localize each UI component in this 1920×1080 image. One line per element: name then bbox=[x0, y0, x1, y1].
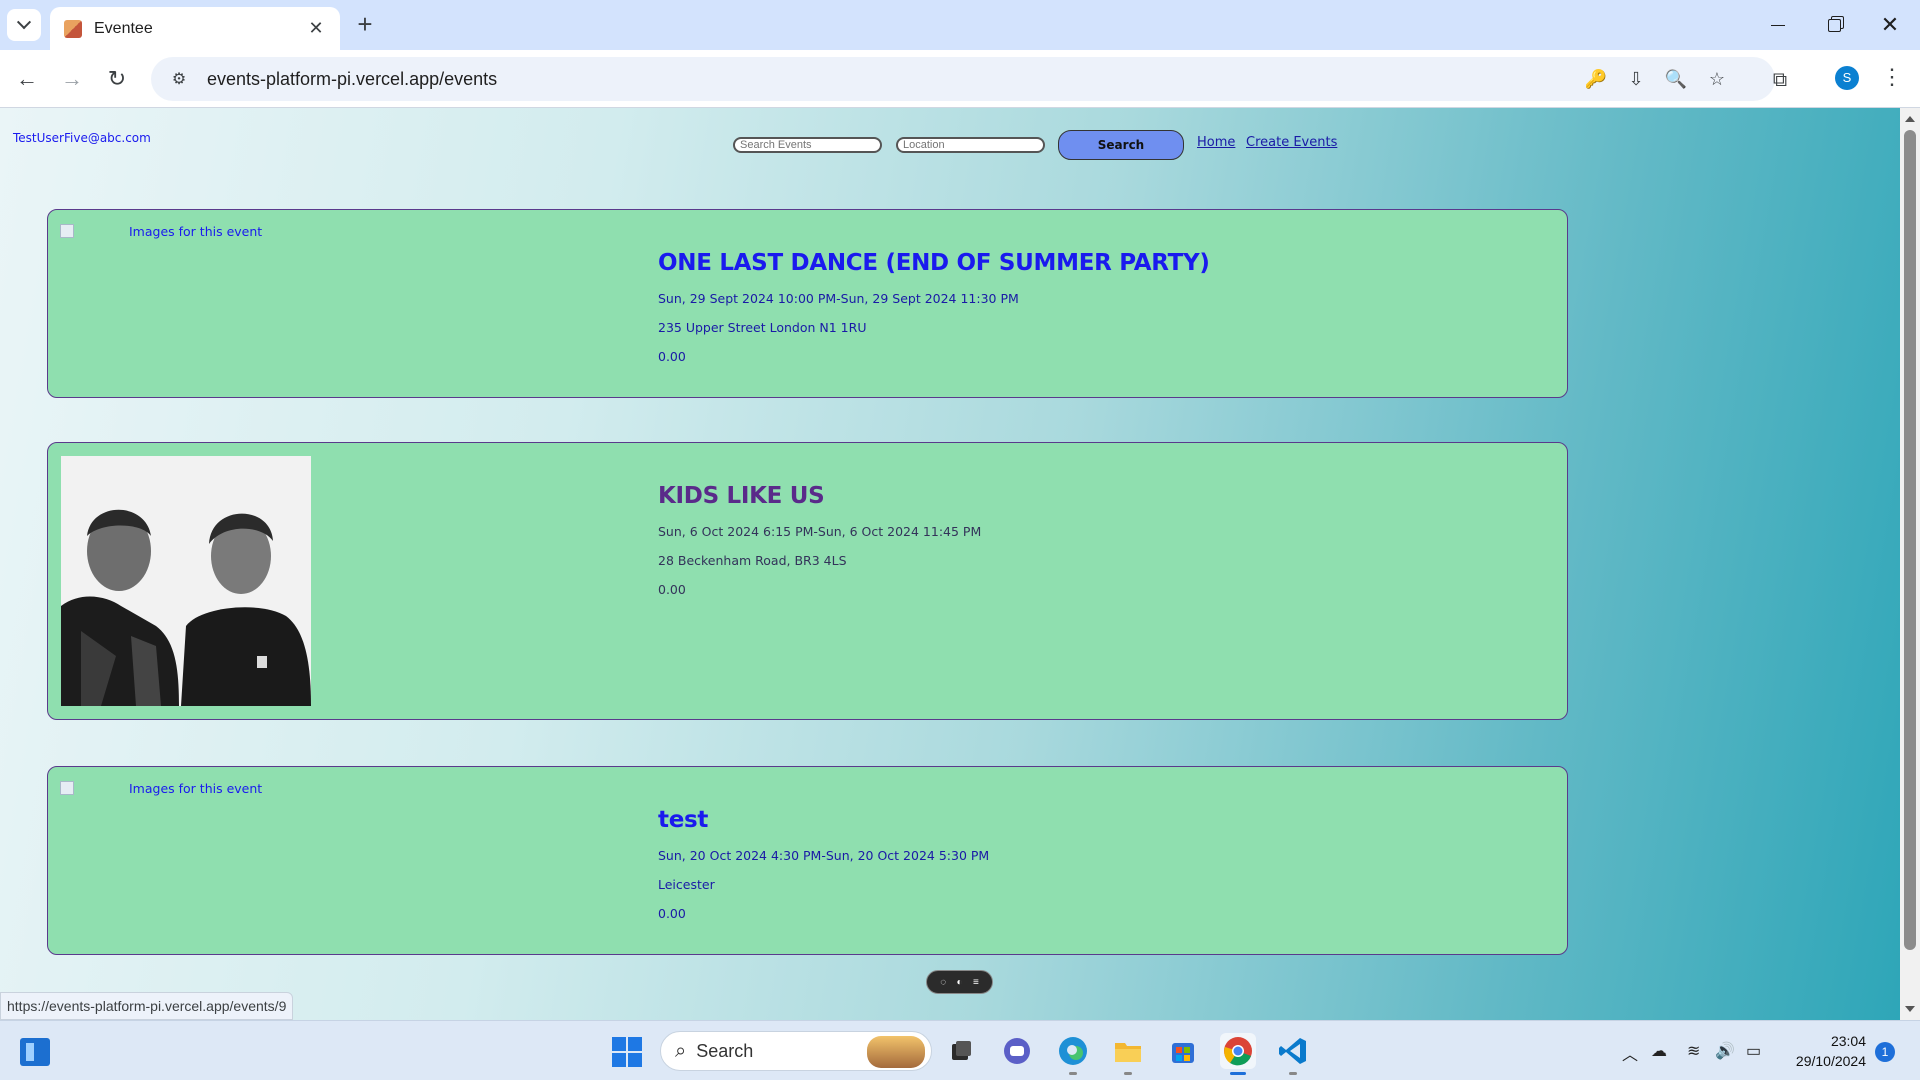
task-view-icon[interactable] bbox=[943, 1033, 979, 1069]
event-card[interactable]: Images for this event test Sun, 20 Oct 2… bbox=[47, 766, 1568, 955]
event-address: 28 Beckenham Road, BR3 4LS bbox=[658, 553, 847, 568]
toggle-icon[interactable]: ◐ bbox=[957, 977, 963, 988]
new-tab-button[interactable]: + bbox=[350, 10, 380, 40]
battery-icon[interactable]: ▭ bbox=[1746, 1041, 1761, 1061]
event-price: 0.00 bbox=[658, 906, 686, 921]
profile-avatar[interactable]: S bbox=[1835, 66, 1859, 90]
scroll-down-arrow-icon[interactable] bbox=[1905, 1006, 1915, 1012]
event-datetime: Sun, 29 Sept 2024 10:00 PM-Sun, 29 Sept … bbox=[658, 291, 1019, 306]
window-minimize-button[interactable] bbox=[1750, 0, 1806, 50]
zoom-icon[interactable]: 🔍 bbox=[1663, 67, 1689, 91]
event-datetime: Sun, 20 Oct 2024 4:30 PM-Sun, 20 Oct 202… bbox=[658, 848, 990, 863]
tab-eventee[interactable]: Eventee ✕ bbox=[50, 7, 340, 50]
event-photo-image bbox=[61, 456, 311, 706]
notification-badge[interactable]: 1 bbox=[1875, 1042, 1895, 1062]
location-input[interactable] bbox=[896, 137, 1045, 153]
system-clock[interactable]: 23:04 29/10/2024 bbox=[1776, 1031, 1866, 1071]
image-alt-text: Images for this event bbox=[129, 781, 263, 796]
site-info-icon[interactable]: ⚙ bbox=[159, 69, 199, 89]
event-info: ONE LAST DANCE (END OF SUMMER PARTY) Sun… bbox=[658, 250, 1210, 378]
event-price: 0.00 bbox=[658, 349, 686, 364]
event-info: test Sun, 20 Oct 2024 4:30 PM-Sun, 20 Oc… bbox=[658, 807, 989, 935]
home-link[interactable]: Home bbox=[1197, 135, 1235, 150]
window-close-button[interactable]: ✕ bbox=[1862, 0, 1918, 50]
image-alt-text: Images for this event bbox=[129, 224, 263, 239]
edge-browser-icon[interactable] bbox=[1055, 1033, 1091, 1075]
floating-toolbar-pill[interactable]: ◌ ◐ ≡ bbox=[926, 970, 993, 994]
event-card[interactable]: Images for this event ONE LAST DANCE (EN… bbox=[47, 209, 1568, 398]
event-title[interactable]: test bbox=[658, 807, 989, 833]
taskbar-search-label: Search bbox=[696, 1040, 754, 1061]
search-button[interactable]: Search bbox=[1058, 130, 1184, 160]
broken-image-placeholder[interactable]: Images for this event bbox=[60, 779, 310, 799]
volume-icon[interactable]: 🔊 bbox=[1715, 1041, 1735, 1061]
event-title[interactable]: KIDS LIKE US bbox=[658, 483, 981, 509]
tab-title: Eventee bbox=[94, 19, 153, 37]
clock-date: 29/10/2024 bbox=[1795, 1053, 1866, 1069]
password-key-icon[interactable]: 🔑 bbox=[1583, 67, 1609, 91]
restore-icon bbox=[1827, 18, 1841, 32]
scroll-up-arrow-icon[interactable] bbox=[1905, 116, 1915, 122]
chrome-browser-icon[interactable] bbox=[1220, 1033, 1256, 1075]
event-info: KIDS LIKE US Sun, 6 Oct 2024 6:15 PM-Sun… bbox=[658, 483, 981, 611]
address-bar[interactable]: ⚙ events-platform-pi.vercel.app/events 🔑… bbox=[151, 57, 1775, 101]
tab-search-button[interactable] bbox=[7, 9, 41, 41]
url-text[interactable]: events-platform-pi.vercel.app/events bbox=[207, 69, 497, 90]
eventee-favicon-icon bbox=[64, 19, 82, 38]
broken-image-placeholder[interactable]: Images for this event bbox=[60, 222, 310, 242]
windows-taskbar: ⌕ Search ︿ ☁ ≋ 🔊 ▭ 23:04 29/10/2024 1 bbox=[0, 1020, 1920, 1080]
status-bar-url: https://events-platform-pi.vercel.app/ev… bbox=[0, 992, 294, 1020]
reload-button[interactable]: ↻ bbox=[100, 62, 134, 96]
browser-menu-icon[interactable]: ⋮ bbox=[1880, 66, 1904, 90]
window-restore-button[interactable] bbox=[1806, 0, 1862, 50]
event-price: 0.00 bbox=[658, 582, 686, 597]
forward-button[interactable]: → bbox=[55, 62, 89, 96]
browser-toolbar: ← → ↻ ⚙ events-platform-pi.vercel.app/ev… bbox=[0, 50, 1920, 108]
search-events-input[interactable] bbox=[733, 137, 882, 153]
start-button[interactable] bbox=[612, 1037, 642, 1067]
clock-time: 23:04 bbox=[1830, 1033, 1866, 1049]
bookmark-star-icon[interactable]: ☆ bbox=[1704, 67, 1730, 91]
event-card[interactable]: KIDS LIKE US Sun, 6 Oct 2024 6:15 PM-Sun… bbox=[47, 442, 1568, 720]
event-datetime: Sun, 6 Oct 2024 6:15 PM-Sun, 6 Oct 2024 … bbox=[658, 524, 982, 539]
create-events-link[interactable]: Create Events bbox=[1246, 135, 1337, 150]
install-app-icon[interactable]: ⇩ bbox=[1623, 67, 1649, 91]
show-hidden-icons-icon[interactable]: ︿ bbox=[1622, 1041, 1638, 1065]
menu-icon[interactable]: ≡ bbox=[973, 977, 979, 988]
back-button[interactable]: ← bbox=[10, 62, 44, 96]
widgets-icon[interactable] bbox=[20, 1038, 50, 1066]
event-address: 235 Upper Street London N1 1RU bbox=[658, 320, 867, 335]
scrollbar-thumb[interactable] bbox=[1904, 130, 1916, 950]
user-email-link[interactable]: TestUserFive@abc.com bbox=[13, 131, 151, 145]
vscode-icon[interactable] bbox=[1275, 1033, 1311, 1075]
tab-close-icon[interactable]: ✕ bbox=[306, 18, 326, 39]
wifi-icon[interactable]: ≋ bbox=[1687, 1041, 1700, 1061]
taskbar-search-box[interactable]: ⌕ Search bbox=[660, 1031, 932, 1071]
event-photo[interactable] bbox=[61, 456, 311, 706]
page-scrollbar[interactable] bbox=[1900, 108, 1920, 1020]
event-address: Leicester bbox=[658, 877, 715, 892]
page-viewport: TestUserFive@abc.com Search Home Create … bbox=[0, 108, 1900, 1020]
search-highlight-image bbox=[867, 1036, 925, 1068]
onedrive-icon[interactable]: ☁ bbox=[1651, 1041, 1667, 1061]
teams-chat-icon[interactable] bbox=[999, 1033, 1035, 1069]
event-title[interactable]: ONE LAST DANCE (END OF SUMMER PARTY) bbox=[658, 250, 1210, 276]
browser-titlebar: Eventee ✕ + ✕ bbox=[0, 0, 1920, 50]
search-icon: ⌕ bbox=[675, 1039, 687, 1062]
minimize-icon bbox=[1771, 24, 1785, 26]
extensions-icon[interactable]: ⧉ bbox=[1767, 69, 1793, 93]
comment-icon[interactable]: ◌ bbox=[940, 977, 946, 988]
microsoft-store-icon[interactable] bbox=[1165, 1033, 1201, 1069]
file-explorer-icon[interactable] bbox=[1110, 1033, 1146, 1075]
